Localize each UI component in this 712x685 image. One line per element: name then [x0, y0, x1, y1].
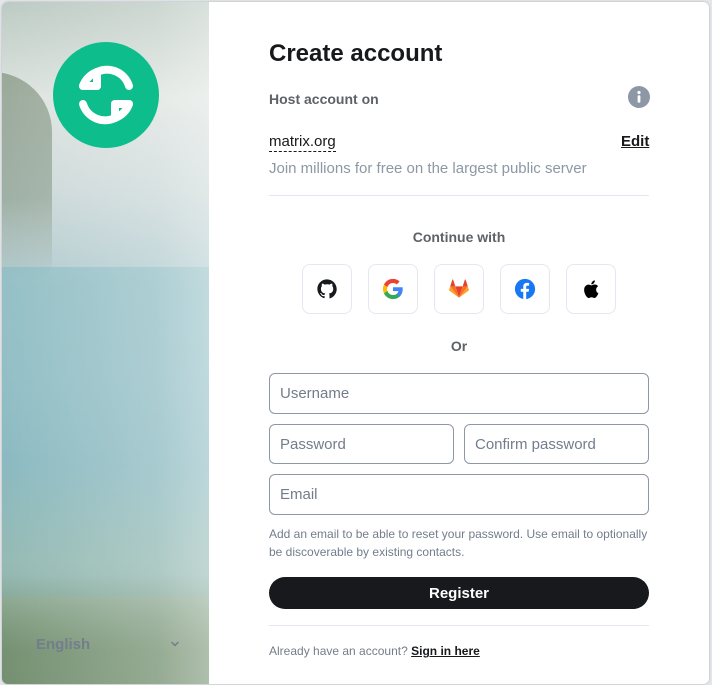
signin-prompt-text: Already have an account?: [269, 644, 408, 658]
gitlab-icon: [449, 279, 469, 298]
password-input[interactable]: [269, 424, 454, 464]
github-icon: [317, 279, 337, 299]
signin-prompt: Already have an account? Sign in here: [269, 644, 480, 658]
registration-window: English Create account Host account on m…: [2, 2, 709, 684]
username-input[interactable]: [269, 373, 649, 414]
edit-homeserver-button[interactable]: Edit: [621, 133, 649, 150]
language-label: English: [36, 635, 91, 653]
section-divider: [269, 195, 649, 196]
language-selector[interactable]: English: [36, 633, 181, 655]
homeserver-description: Join millions for free on the largest pu…: [269, 160, 587, 177]
apple-icon: [584, 280, 599, 298]
github-sso-button[interactable]: [302, 264, 352, 314]
sign-in-link[interactable]: Sign in here: [411, 644, 480, 658]
homeserver-name: matrix.org: [269, 133, 336, 152]
or-separator: Or: [450, 338, 468, 354]
element-logo: [53, 42, 159, 148]
gitlab-sso-button[interactable]: [434, 264, 484, 314]
page-title: Create account: [269, 40, 443, 67]
confirm-password-input[interactable]: [464, 424, 649, 464]
sidebar-background: English: [2, 2, 209, 684]
chevron-down-icon: [171, 641, 179, 647]
email-hint: Add an email to be able to reset your pa…: [269, 527, 648, 559]
facebook-icon: [514, 278, 536, 300]
registration-panel: Create account Host account on matrix.or…: [209, 2, 709, 684]
sso-heading: Continue with: [412, 229, 506, 245]
google-icon: [382, 278, 403, 300]
sso-buttons: [302, 264, 616, 314]
register-button[interactable]: Register: [269, 577, 649, 609]
apple-sso-button[interactable]: [566, 264, 616, 314]
email-input[interactable]: [269, 474, 649, 515]
host-label: Host account on: [269, 91, 379, 107]
google-sso-button[interactable]: [368, 264, 418, 314]
info-icon[interactable]: [628, 86, 650, 108]
facebook-sso-button[interactable]: [500, 264, 550, 314]
footer-divider: [269, 625, 649, 626]
